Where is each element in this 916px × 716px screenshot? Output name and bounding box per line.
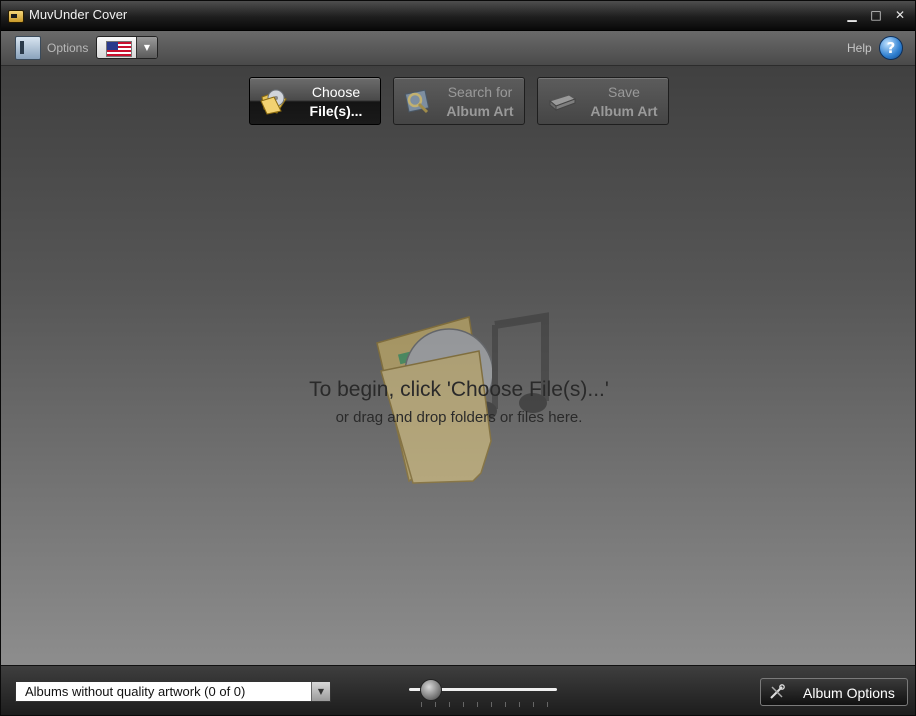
drop-zone-title: To begin, click 'Choose File(s)...' bbox=[309, 378, 609, 401]
drop-zone-subtitle: or drag and drop folders or files here. bbox=[335, 409, 583, 426]
chevron-down-icon[interactable]: ▼ bbox=[136, 37, 157, 58]
save-label-1: Save bbox=[608, 84, 640, 100]
album-options-label: Album Options bbox=[803, 685, 895, 701]
search-album-art-button[interactable]: Search for Album Art bbox=[393, 77, 525, 125]
app-window: MuvUnder Cover ▁ □ ✕ Options ▼ Help ? Ch… bbox=[0, 0, 916, 716]
choose-files-button[interactable]: Choose File(s)... bbox=[249, 77, 381, 125]
maximize-button[interactable]: □ bbox=[867, 7, 885, 23]
save-label-2: Album Art bbox=[590, 103, 658, 119]
us-flag-icon bbox=[106, 41, 132, 57]
folder-disc-icon bbox=[260, 89, 287, 115]
album-filter-value: Albums without quality artwork (0 of 0) bbox=[25, 684, 246, 699]
search-label-2: Album Art bbox=[446, 103, 514, 119]
app-icon bbox=[8, 10, 24, 23]
search-album-icon bbox=[404, 89, 430, 114]
search-label-1: Search for bbox=[447, 84, 513, 100]
album-filter-select[interactable]: Albums without quality artwork (0 of 0) … bbox=[15, 681, 331, 702]
help-label[interactable]: Help bbox=[847, 41, 872, 55]
zoom-slider-thumb[interactable] bbox=[420, 679, 443, 701]
bottom-bar: Albums without quality artwork (0 of 0) … bbox=[1, 665, 915, 715]
tools-icon bbox=[770, 684, 785, 699]
close-button[interactable]: ✕ bbox=[891, 7, 909, 23]
chevron-down-icon[interactable]: ▼ bbox=[311, 682, 330, 701]
title-bar[interactable]: MuvUnder Cover ▁ □ ✕ bbox=[1, 1, 915, 31]
save-album-art-button[interactable]: Save Album Art bbox=[537, 77, 669, 125]
options-label[interactable]: Options bbox=[47, 41, 88, 55]
album-options-button[interactable]: Album Options bbox=[760, 678, 908, 706]
window-title: MuvUnder Cover bbox=[29, 7, 128, 22]
minimize-button[interactable]: ▁ bbox=[843, 7, 861, 23]
choose-label-2: File(s)... bbox=[309, 103, 363, 119]
help-icon[interactable]: ? bbox=[879, 36, 903, 60]
options-icon[interactable] bbox=[15, 36, 41, 60]
zoom-slider-ticks bbox=[421, 702, 557, 707]
choose-label-1: Choose bbox=[311, 84, 361, 100]
save-drive-icon bbox=[548, 94, 577, 112]
toolbar: Options ▼ Help ? bbox=[1, 31, 915, 66]
language-select[interactable]: ▼ bbox=[96, 36, 158, 59]
